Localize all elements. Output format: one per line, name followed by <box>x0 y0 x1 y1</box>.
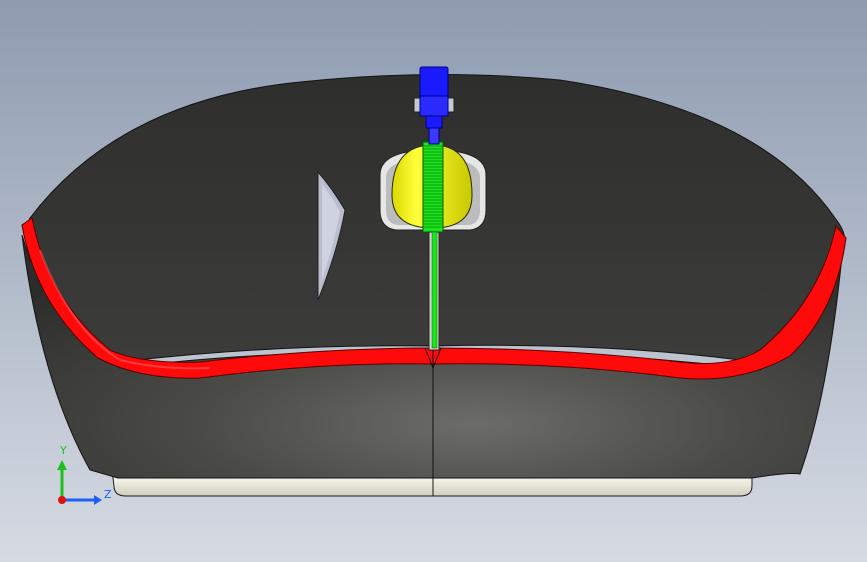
axle-neck <box>425 115 443 129</box>
axis-origin <box>58 496 66 504</box>
wheel-shaft <box>422 141 444 233</box>
axis-y-label: Y <box>59 444 67 457</box>
axle-pin <box>428 127 440 145</box>
mouse-model-scene[interactable]: Y Z <box>0 0 867 562</box>
axle-collar-core <box>419 95 449 117</box>
wheel-stem-core <box>431 231 438 349</box>
axis-z-label: Z <box>104 488 112 501</box>
axle-cap <box>419 66 449 98</box>
cad-viewport[interactable]: Y Z <box>0 0 867 562</box>
